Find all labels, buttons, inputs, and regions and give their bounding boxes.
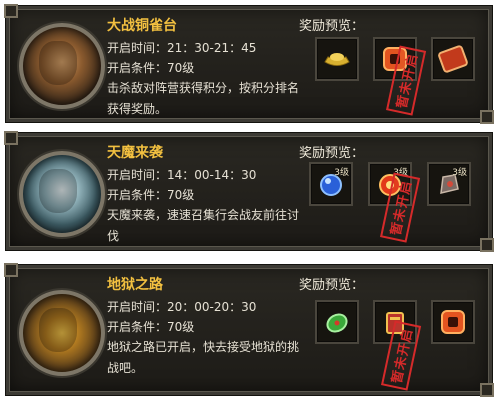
reward-slot[interactable] [315, 300, 359, 344]
event-description: 天魔来袭，速速召集行会战友前往讨伐 [107, 208, 300, 243]
event-emblem-portrait [19, 23, 105, 109]
event-title: 地狱之路 [107, 277, 163, 293]
event-description: 地狱之路已开启，快去接受地狱的挑战吧。 [107, 340, 300, 375]
red-gem-icon [441, 310, 465, 334]
event-panel-hell-road[interactable]: 地狱之路 开启时间：20：00-20：30 开启条件：70级 地狱之路已开启，快… [4, 263, 494, 397]
reward-preview-label: 奖励预览： [299, 278, 365, 293]
reward-slot[interactable] [315, 37, 359, 81]
item-level-badge: 3级 [452, 168, 467, 178]
event-open-time: 开启时间：20：00-20：30 [107, 300, 257, 314]
event-panel-demon-invasion[interactable]: 天魔来袭 开启时间：14：00-14：30 开启条件：70级 天魔来袭，速速召集… [4, 131, 494, 252]
green-jade-icon [326, 313, 348, 333]
reward-slot[interactable] [431, 37, 475, 81]
event-emblem-demon-skull [19, 151, 105, 237]
event-title: 大战铜雀台 [107, 18, 177, 34]
reward-slot[interactable]: 3级 [427, 162, 471, 206]
reward-preview-label: 奖励预览： [299, 146, 365, 161]
event-open-time: 开启时间：14：00-14：30 [107, 168, 257, 182]
gold-ingot-icon [324, 53, 350, 66]
reward-slot[interactable] [431, 300, 475, 344]
reward-preview-label: 奖励预览： [299, 19, 365, 34]
red-token-icon [438, 45, 468, 73]
event-condition: 开启条件：70级 [107, 320, 195, 334]
event-condition: 开启条件：70级 [107, 61, 195, 75]
event-emblem-golden-warrior [19, 290, 105, 376]
event-title: 天魔来袭 [107, 145, 163, 161]
reward-slot[interactable]: 3级 [309, 162, 353, 206]
event-condition: 开启条件：70级 [107, 188, 195, 202]
item-level-badge: 3级 [334, 168, 349, 178]
event-open-time: 开启时间：21：30-21：45 [107, 41, 257, 55]
event-panel-bronze-sparrow[interactable]: 大战铜雀台 开启时间：21：30-21：45 开启条件：70级 击杀敌对阵营获得… [4, 4, 494, 124]
event-description: 击杀敌对阵营获得积分，按积分排名获得奖励。 [107, 81, 300, 116]
